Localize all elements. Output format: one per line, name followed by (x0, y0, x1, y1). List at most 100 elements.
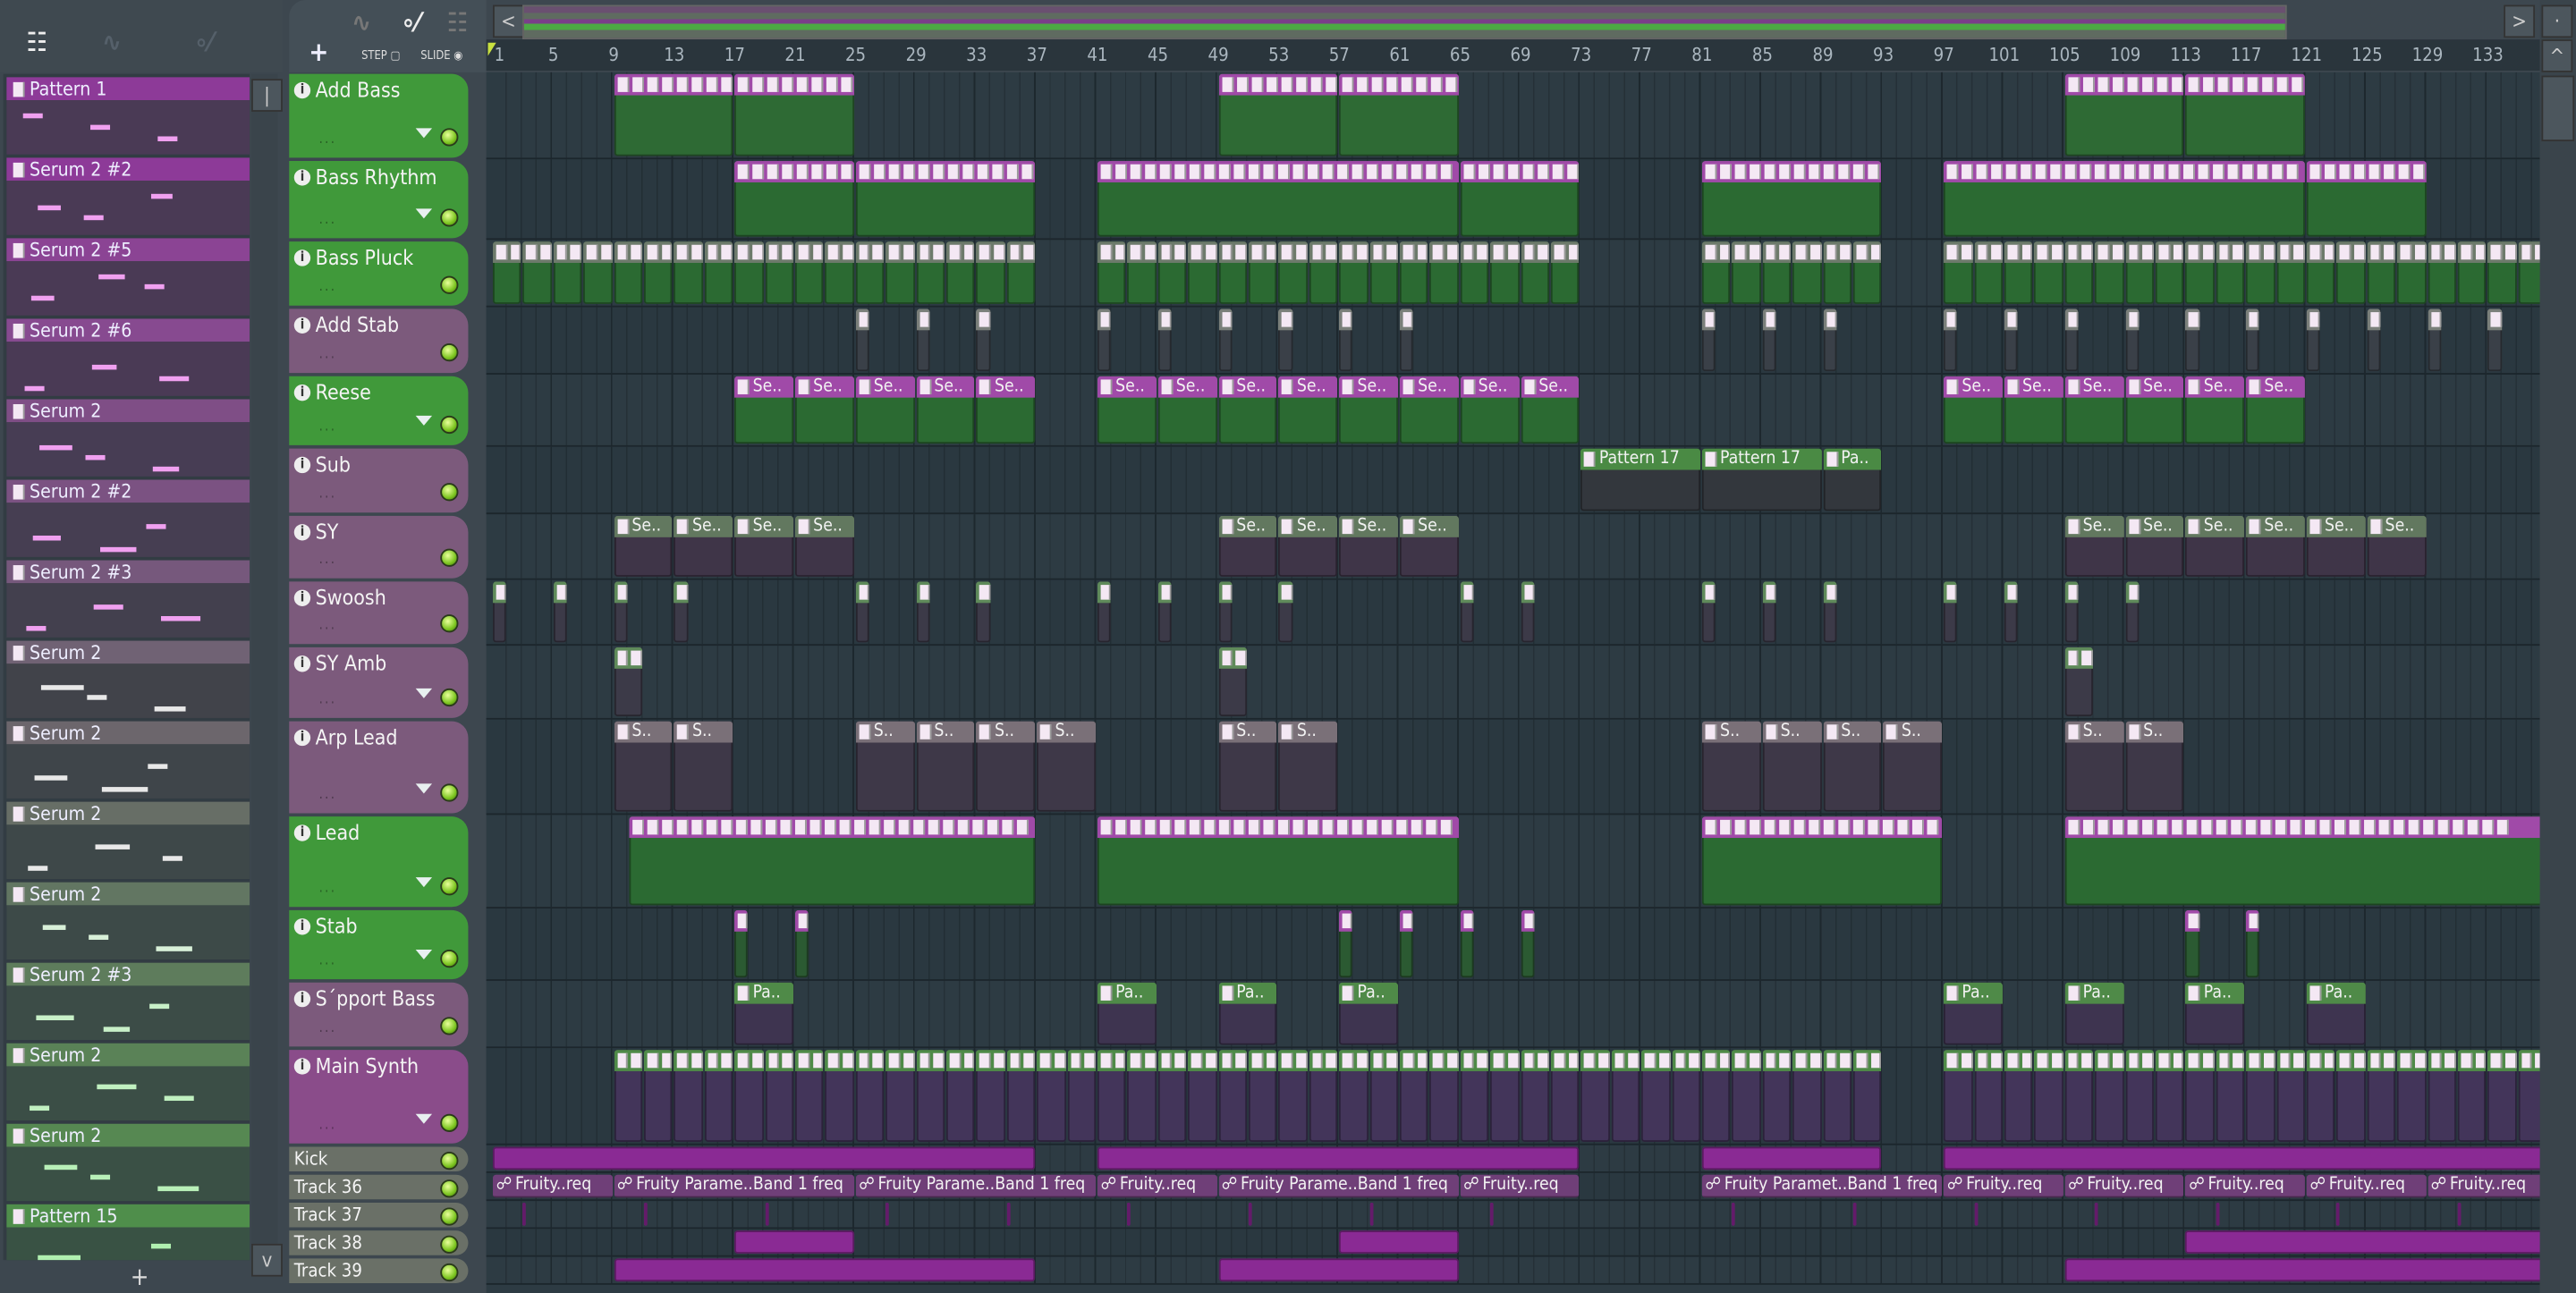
pattern-clip[interactable] (2064, 73, 2184, 156)
dropdown-arrow-icon[interactable] (415, 783, 433, 794)
track-mute-led[interactable] (440, 1113, 459, 1132)
pattern-clip[interactable] (1611, 1050, 1640, 1142)
pattern-clip[interactable] (734, 161, 854, 237)
pattern-clip[interactable] (1097, 241, 1126, 304)
track-header-arp-lead[interactable]: i Arp Lead... (289, 721, 469, 814)
pattern-clip[interactable] (1157, 1050, 1187, 1142)
track-info-icon[interactable]: i (293, 523, 311, 540)
track-row[interactable] (486, 1256, 2547, 1285)
pattern-clip[interactable] (1339, 308, 1353, 372)
track-mute-led[interactable] (440, 1207, 459, 1226)
automation-clip[interactable]: ☍ Fruity..req (1944, 1174, 2063, 1198)
pattern-clip[interactable]: Se.. (1157, 376, 1217, 444)
pattern-clip[interactable] (674, 241, 703, 304)
pattern-clip[interactable]: Se.. (1218, 376, 1277, 444)
pattern-clip[interactable]: Se.. (794, 515, 854, 577)
pattern-clip[interactable] (916, 241, 945, 304)
pattern-clip[interactable]: Se.. (1339, 515, 1399, 577)
track-row[interactable]: Se.. Se.. Se.. Se.. Se.. Se.. Se.. Se.. Se.. Se..… (486, 514, 2540, 580)
automation-clip[interactable]: ☍ Fruity..req (1460, 1174, 1580, 1198)
track-options-icon[interactable]: ... (318, 419, 336, 435)
pattern-clip[interactable] (945, 1050, 975, 1142)
pattern-clip[interactable] (1672, 1050, 1700, 1142)
pattern-clip[interactable]: Pa.. (734, 982, 794, 1045)
pattern-clip[interactable] (1852, 241, 1882, 304)
pattern-clip[interactable] (1339, 241, 1368, 304)
picker-item[interactable]: Serum 2 (6, 640, 250, 718)
track-info-icon[interactable]: i (293, 1057, 311, 1074)
pattern-clip[interactable]: Se.. (2124, 376, 2184, 444)
pattern-clip[interactable] (1701, 1146, 1882, 1170)
pattern-clip[interactable] (1641, 1050, 1671, 1142)
track-header-track-39[interactable]: Track 39 (289, 1258, 469, 1283)
pattern-clip[interactable] (1006, 1050, 1036, 1142)
pattern-clip[interactable] (704, 241, 733, 304)
pattern-clip[interactable]: Se.. (1399, 515, 1459, 577)
pattern-clip[interactable]: S.. (855, 721, 915, 812)
track-mute-led[interactable] (440, 688, 459, 707)
add-track-button[interactable]: + (309, 36, 328, 67)
pattern-clip[interactable] (1006, 241, 1036, 304)
automation-clip[interactable]: ☍ Fruity..req (1097, 1174, 1217, 1198)
track-options-icon[interactable]: ... (318, 618, 336, 634)
pattern-clip[interactable] (614, 73, 733, 156)
pattern-clip[interactable] (734, 1050, 764, 1142)
pattern-clip[interactable]: Se.. (2124, 515, 2184, 577)
pattern-clip[interactable] (1521, 909, 1535, 978)
pattern-clip[interactable] (2336, 1050, 2366, 1142)
pattern-clip[interactable] (1521, 581, 1535, 643)
pattern-clip[interactable]: Se.. (1521, 376, 1580, 444)
pattern-clip[interactable] (1974, 241, 2003, 304)
track-mute-led[interactable] (440, 877, 459, 896)
pattern-clip[interactable] (1278, 1050, 1308, 1142)
pattern-clip[interactable] (1369, 1050, 1399, 1142)
piano-roll-icon[interactable]: ☷ (447, 6, 469, 38)
pattern-clip[interactable]: Pattern 17 (1580, 448, 1700, 511)
pattern-clip[interactable] (2124, 308, 2140, 372)
pattern-clip[interactable] (1127, 241, 1157, 304)
pattern-clip[interactable] (493, 581, 507, 643)
pattern-clip[interactable] (704, 1050, 733, 1142)
pattern-clip[interactable] (2427, 1050, 2456, 1142)
track-header-sub[interactable]: i Sub... (289, 448, 469, 513)
pattern-clip[interactable]: Se.. (2246, 515, 2305, 577)
track-row[interactable]: Pa.. Pa.. Pa.. Pa.. Pa.. Pa.. Pa.. Pa.. (486, 980, 2540, 1049)
pattern-clip[interactable] (1550, 1050, 1580, 1142)
pattern-clip[interactable] (734, 1230, 854, 1254)
audio-wave-icon[interactable]: ∿ (102, 26, 122, 57)
track-mute-led[interactable] (440, 548, 459, 567)
pattern-clip[interactable] (1823, 241, 1852, 304)
track-header-track-37[interactable]: Track 37 (289, 1202, 469, 1228)
pattern-clip[interactable]: Se.. (2185, 376, 2245, 444)
pattern-clip[interactable] (2427, 308, 2441, 372)
pattern-clip[interactable] (976, 241, 1005, 304)
pattern-clip[interactable] (1097, 308, 1111, 372)
pattern-clip[interactable] (855, 581, 869, 643)
pattern-clip[interactable]: Se.. (855, 376, 915, 444)
track-info-icon[interactable]: i (293, 168, 311, 185)
pattern-clip[interactable] (1490, 1050, 1520, 1142)
pattern-clip[interactable] (2367, 241, 2396, 304)
pattern-clip[interactable] (1369, 1202, 1373, 1226)
pattern-clip[interactable] (1218, 241, 1248, 304)
pattern-clip[interactable]: Se.. (1944, 376, 2003, 444)
track-info-icon[interactable]: i (293, 80, 311, 98)
pattern-clip[interactable] (2185, 73, 2305, 156)
track-row[interactable] (486, 72, 2540, 160)
pattern-clip[interactable] (1006, 1202, 1011, 1226)
pattern-clip[interactable] (1218, 581, 1233, 643)
pattern-clip[interactable] (1278, 581, 1292, 643)
picker-item[interactable]: Pattern 1 (6, 77, 250, 155)
pattern-clip[interactable]: Se.. (976, 376, 1036, 444)
pattern-clip[interactable] (886, 1050, 915, 1142)
track-header-s-pport-bass[interactable]: i S´pport Bass... (289, 982, 469, 1047)
pattern-clip[interactable] (1974, 1050, 2003, 1142)
dropdown-arrow-icon[interactable] (415, 128, 433, 139)
pattern-clip[interactable] (1701, 581, 1716, 643)
pattern-clip[interactable]: S.. (1701, 721, 1761, 812)
pattern-clip[interactable] (2487, 241, 2517, 304)
pattern-clip[interactable]: Pa.. (1097, 982, 1157, 1045)
pattern-clip[interactable] (1852, 1050, 1882, 1142)
pattern-clip[interactable] (855, 1050, 885, 1142)
pattern-clip[interactable] (614, 1050, 643, 1142)
